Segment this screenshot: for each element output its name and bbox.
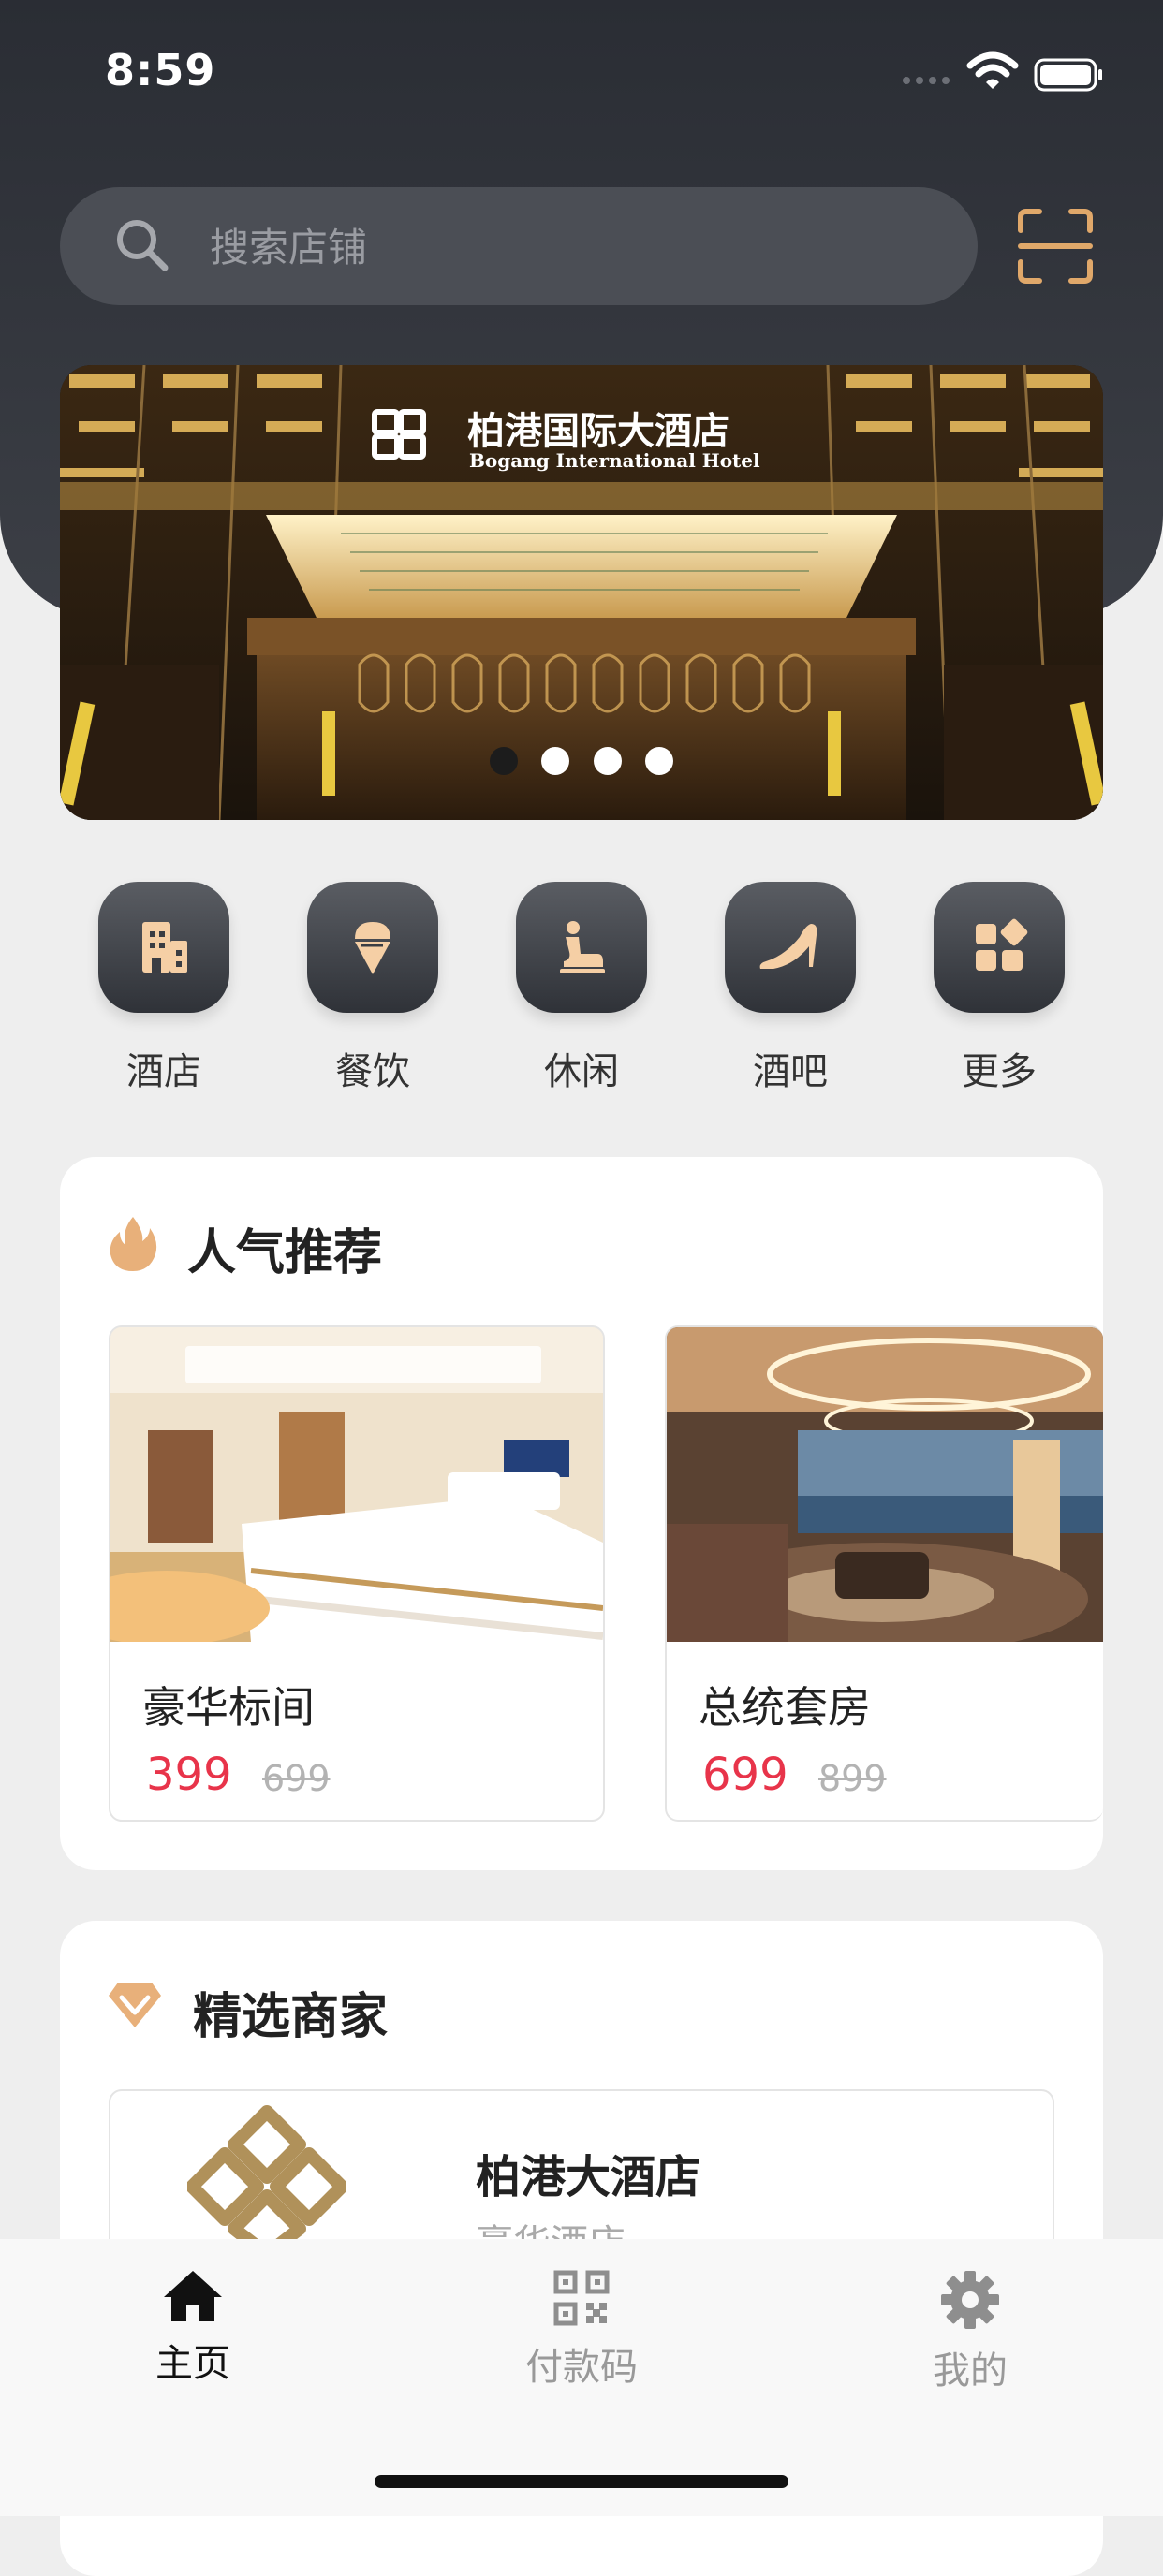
carousel-dot[interactable] [541, 747, 570, 775]
wifi-icon [966, 51, 1019, 89]
diamond-icon [109, 1983, 161, 2027]
search-icon [117, 220, 169, 271]
home-indicator [375, 2475, 788, 2488]
banner-hotel-name-en: Bogang International Hotel [469, 449, 760, 472]
carousel-dot[interactable] [593, 747, 622, 775]
tab-home[interactable]: 主页 [99, 2269, 287, 2387]
room-price: 699 [702, 1749, 788, 1801]
carousel-dot[interactable] [644, 747, 673, 775]
room-photo [110, 1327, 603, 1642]
category-label: 休闲 [544, 1050, 619, 1093]
category-bar[interactable]: 酒吧 [725, 882, 856, 1095]
category-leisure-button[interactable] [516, 882, 647, 1013]
category-more-button[interactable] [934, 882, 1065, 1013]
high-heel-icon [759, 924, 817, 969]
tab-payment-code[interactable]: 付款码 [488, 2269, 675, 2391]
category-label: 酒吧 [753, 1050, 828, 1093]
category-hotel[interactable]: 酒店 [98, 882, 229, 1095]
tab-label: 主页 [155, 2342, 230, 2385]
room-card-deluxe[interactable]: 豪华标间 399 699 [109, 1325, 605, 1822]
status-time: 8:59 [105, 45, 216, 95]
carousel-dot[interactable] [490, 747, 519, 775]
home-icon [164, 2271, 222, 2321]
battery-icon [1034, 58, 1102, 92]
category-hotel-button[interactable] [98, 882, 229, 1013]
room-original-price: 699 [262, 1758, 331, 1799]
room-name: 总统套房 [699, 1682, 871, 1733]
room-photo [667, 1327, 1103, 1642]
room-original-price: 899 [818, 1758, 887, 1799]
room-price: 399 [146, 1749, 232, 1801]
carousel-dots[interactable] [60, 747, 1103, 779]
ice-cream-icon [355, 922, 390, 974]
signal-icon [903, 77, 950, 84]
category-label: 餐饮 [335, 1050, 410, 1093]
hotel-banner[interactable]: 柏港国际大酒店 Bogang International Hotel [60, 365, 1103, 820]
hotel-icon [142, 922, 187, 973]
merchant-name: 柏港大酒店 [476, 2151, 701, 2203]
leisure-icon [560, 921, 605, 973]
tab-label: 我的 [933, 2349, 1008, 2393]
category-dining-button[interactable] [307, 882, 438, 1013]
merchant-logo [187, 2105, 346, 2260]
room-name: 豪华标间 [142, 1682, 315, 1733]
gear-icon [941, 2271, 999, 2329]
more-grid-icon [976, 918, 1028, 971]
category-label: 酒店 [126, 1050, 201, 1093]
qrcode-icon [553, 2270, 610, 2326]
section-title: 人气推荐 [187, 1225, 383, 1281]
popular-section: 人气推荐 豪华标间 399 699 总统套房 699 899 [60, 1157, 1103, 1870]
search-input[interactable] [208, 212, 923, 283]
tab-mine[interactable]: 我的 [876, 2269, 1064, 2394]
tab-label: 付款码 [525, 2346, 638, 2389]
category-leisure[interactable]: 休闲 [516, 882, 647, 1095]
room-card-presidential[interactable]: 总统套房 699 899 [665, 1325, 1103, 1822]
category-dining[interactable]: 餐饮 [307, 882, 438, 1095]
flame-icon [110, 1217, 157, 1271]
section-title: 精选商家 [193, 1989, 389, 2045]
category-label: 更多 [962, 1050, 1037, 1093]
status-bar: 8:59 [0, 0, 1163, 140]
search-bar[interactable] [60, 187, 978, 305]
scan-icon[interactable] [1017, 208, 1094, 285]
category-bar-button[interactable] [725, 882, 856, 1013]
banner-hotel-name: 柏港国际大酒店 [467, 409, 729, 453]
category-more[interactable]: 更多 [934, 882, 1065, 1095]
